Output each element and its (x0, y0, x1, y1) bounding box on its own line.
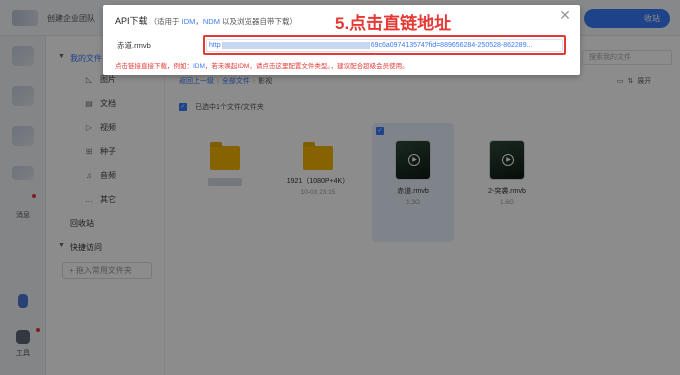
tip-idm-link[interactable]: IDM (193, 63, 205, 70)
subtitle-prefix: （适用于 (149, 17, 180, 26)
ndm-link[interactable]: NDM (203, 17, 220, 26)
idm-link[interactable]: IDM (182, 17, 196, 26)
dialog-title-text: API下载 (115, 16, 148, 26)
subtitle-suffix: 以及浏览器自带下载） (222, 17, 298, 26)
step-annotation: 5.点击直链地址 (335, 14, 452, 33)
tip-middle: ，若未唤起IDM，请点击这里配置文件类型。 (204, 63, 331, 70)
dialog-title: API下载 （适用于 IDM，NDM 以及浏览器自带下载） (115, 14, 297, 27)
tip-prefix: 点击链接直接下载，例如： (115, 63, 193, 70)
dialog-subtitle: （适用于 IDM，NDM 以及浏览器自带下载） (149, 17, 298, 26)
dialog-file-name: 赤道.rmvb (117, 41, 151, 50)
dialog-tip: 点击链接直接下载，例如：IDM，若未唤起IDM，请点击这里配置文件类型。，建议配… (115, 60, 409, 70)
close-icon[interactable]: ✕ (558, 8, 572, 22)
url-highlight-box (203, 35, 566, 55)
tip-suffix: ，建议配合超级会员使用。 (330, 63, 409, 70)
